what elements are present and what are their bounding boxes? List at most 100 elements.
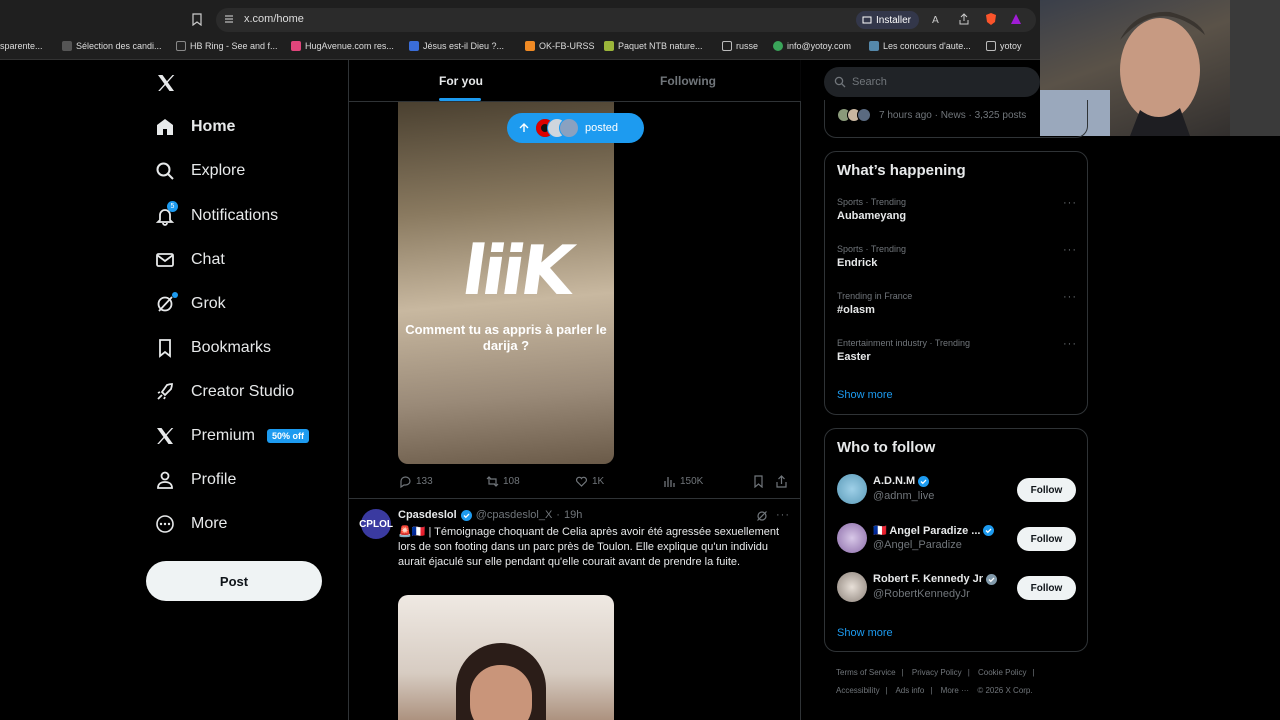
bookmark-star-icon[interactable]: [192, 13, 202, 26]
nav-bookmarks[interactable]: Bookmarks: [155, 332, 271, 364]
site-settings-icon[interactable]: [223, 13, 235, 25]
bookmark-item[interactable]: HugAvenue.com res...: [291, 41, 394, 51]
avatar[interactable]: CPLOL: [359, 509, 393, 539]
footer-link[interactable]: Privacy Policy: [912, 668, 962, 677]
search-placeholder: Search: [852, 76, 887, 88]
more-options-icon[interactable]: ···: [1063, 197, 1077, 209]
nav-explore[interactable]: Explore: [155, 155, 245, 187]
footer-link[interactable]: More ···: [941, 686, 969, 695]
premium-discount-badge: 50% off: [267, 429, 310, 443]
bookmark-folder[interactable]: yotoy: [986, 41, 1022, 51]
follow-suggestion[interactable]: A.D.N.M @adnm_live Follow: [837, 474, 1077, 506]
nav-grok[interactable]: Grok: [155, 288, 226, 320]
account-name-row: Robert F. Kennedy Jr: [873, 573, 998, 585]
show-more-link[interactable]: Show more: [837, 389, 893, 401]
folder-icon: [722, 41, 732, 51]
copyright: © 2026 X Corp.: [977, 686, 1033, 695]
whats-happening-card: What’s happening Sports · Trending Aubam…: [824, 151, 1088, 415]
views-button[interactable]: 150K: [663, 475, 703, 488]
footer-link[interactable]: Terms of Service: [836, 668, 896, 677]
reply-count: 133: [416, 476, 433, 487]
avatar[interactable]: [837, 474, 867, 504]
avatar[interactable]: [837, 572, 867, 602]
trend-item[interactable]: Trending in France #olasm ···: [837, 291, 1077, 316]
brave-shield-icon[interactable]: [984, 12, 998, 26]
footer-link[interactable]: Accessibility: [836, 686, 880, 695]
repost-button[interactable]: 108: [486, 475, 520, 488]
follow-suggestion[interactable]: Robert F. Kennedy Jr @RobertKennedyJr Fo…: [837, 572, 1077, 604]
view-count: 150K: [680, 476, 704, 487]
nav-home[interactable]: Home: [155, 111, 235, 143]
feed-tabs: For you Following: [349, 60, 801, 102]
site-favicon-icon: [176, 41, 186, 51]
bookmark-item[interactable]: Les concours d'aute...: [869, 41, 971, 51]
trend-name: Aubameyang: [837, 210, 907, 222]
trend-item[interactable]: Entertainment industry · Trending Easter…: [837, 338, 1077, 363]
author-handle[interactable]: @cpasdeslol_X: [476, 509, 553, 521]
follow-button[interactable]: Follow: [1017, 576, 1076, 600]
x-logo-icon: [157, 428, 174, 444]
follow-button[interactable]: Follow: [1017, 478, 1076, 502]
bookmark-item[interactable]: OK-FB-URSS: [525, 41, 595, 51]
news-item[interactable]: 7 hours ago · News · 3,325 posts: [824, 100, 1088, 138]
nav-grok-label: Grok: [191, 295, 226, 312]
follow-suggestion[interactable]: 🇫🇷 Angel Paradize ... @Angel_Paradize Fo…: [837, 523, 1077, 555]
translate-icon[interactable]: A: [931, 12, 945, 26]
avatar[interactable]: [837, 523, 867, 553]
arrow-up-icon: [519, 123, 529, 132]
x-logo-icon[interactable]: [156, 73, 176, 93]
bookmarks-bar: sparente... Sélection des candi... HB Ri…: [0, 38, 1040, 60]
reply-button[interactable]: 133: [399, 475, 433, 488]
grok-icon[interactable]: [756, 510, 768, 522]
more-options-icon[interactable]: ···: [1063, 244, 1077, 256]
tweet-time[interactable]: 19h: [564, 509, 582, 521]
nav-creator-studio[interactable]: Creator Studio: [155, 376, 294, 408]
install-app-button[interactable]: Installer: [856, 11, 919, 29]
bookmark-folder[interactable]: russe: [722, 41, 758, 51]
search-icon: [834, 76, 846, 88]
new-posts-pill[interactable]: posted: [507, 113, 644, 143]
search-input[interactable]: Search: [824, 67, 1040, 97]
reply-icon: [400, 476, 411, 488]
more-options-icon[interactable]: ···: [776, 509, 790, 521]
trend-item[interactable]: Sports · Trending Endrick ···: [837, 244, 1077, 269]
bookmark-item[interactable]: sparente...: [0, 41, 43, 51]
bookmark-item[interactable]: Sélection des candi...: [62, 41, 162, 51]
brave-rewards-icon[interactable]: [1009, 12, 1023, 26]
more-options-icon[interactable]: ···: [1063, 338, 1077, 350]
bookmark-item[interactable]: HB Ring - See and f...: [176, 41, 278, 51]
video-person-face: [470, 665, 532, 720]
url-text[interactable]: x.com/home: [244, 13, 304, 25]
tab-following[interactable]: Following: [660, 74, 716, 88]
who-to-follow-title: Who to follow: [837, 439, 936, 456]
show-more-link[interactable]: Show more: [837, 627, 893, 639]
install-label: Installer: [876, 14, 912, 26]
bookmark-item[interactable]: Paquet NTB nature...: [604, 41, 703, 51]
nav-profile[interactable]: Profile: [155, 464, 236, 496]
nav-more[interactable]: More: [155, 508, 227, 540]
tweet-video[interactable]: liiK Comment tu as appris à parler le da…: [398, 102, 614, 464]
tweet-actions: 133 108 1K 150K: [399, 475, 794, 491]
bookmark-item[interactable]: info@yotoy.com: [773, 41, 851, 51]
nav-chat[interactable]: Chat: [155, 244, 225, 276]
mail-favicon-icon: [773, 41, 783, 51]
author-name[interactable]: Cpasdeslol: [398, 509, 457, 521]
verified-badge-icon: [986, 573, 998, 585]
share-icon[interactable]: [775, 475, 788, 488]
share-icon[interactable]: [957, 12, 971, 26]
footer-link[interactable]: Cookie Policy: [978, 668, 1026, 677]
post-button[interactable]: Post: [146, 561, 322, 601]
tab-for-you[interactable]: For you: [439, 74, 483, 88]
bookmark-icon[interactable]: [752, 475, 765, 488]
verified-badge-icon: [918, 475, 930, 487]
nav-profile-label: Profile: [191, 471, 237, 488]
footer-link[interactable]: Ads info: [895, 686, 924, 695]
nav-premium[interactable]: Premium 50% off: [155, 420, 310, 452]
more-options-icon[interactable]: ···: [1063, 291, 1077, 303]
like-button[interactable]: 1K: [575, 475, 604, 488]
tweet-video[interactable]: [398, 595, 614, 720]
trend-item[interactable]: Sports · Trending Aubameyang ···: [837, 197, 1077, 222]
posted-label: posted: [585, 122, 619, 134]
follow-button[interactable]: Follow: [1017, 527, 1076, 551]
bookmark-item[interactable]: Jésus est-il Dieu ?...: [409, 41, 504, 51]
